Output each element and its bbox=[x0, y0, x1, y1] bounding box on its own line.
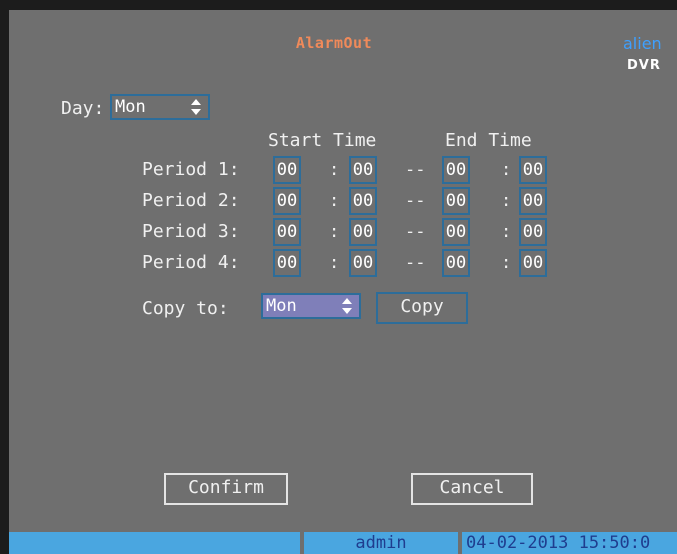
period-4-end-minute[interactable]: 00 bbox=[519, 249, 547, 277]
colon: : bbox=[501, 191, 512, 211]
copy-to-select-value: Mon bbox=[266, 296, 297, 316]
period-3-label: Period 3: bbox=[142, 221, 240, 242]
period-2-end-minute[interactable]: 00 bbox=[519, 187, 547, 215]
period-1-end-hour[interactable]: 00 bbox=[442, 156, 470, 184]
logo-text: alien bbox=[623, 34, 662, 53]
status-user: admin bbox=[355, 533, 407, 553]
status-user-cell: admin bbox=[304, 532, 458, 554]
status-bar: admin 04-02-2013 15:50:0 bbox=[9, 532, 677, 554]
dash: -- bbox=[405, 253, 426, 273]
status-datetime-cell: 04-02-2013 15:50:0 bbox=[462, 532, 677, 554]
alarmout-dialog: AlarmOut alien DVR Day: Mon Start Time E… bbox=[9, 10, 677, 554]
dash: -- bbox=[405, 191, 426, 211]
period-2-start-hour[interactable]: 00 bbox=[273, 187, 301, 215]
colon: : bbox=[329, 253, 340, 273]
day-select[interactable]: Mon bbox=[110, 94, 210, 120]
period-4-start-minute[interactable]: 00 bbox=[349, 249, 377, 277]
colon: : bbox=[501, 160, 512, 180]
period-4-label: Period 4: bbox=[142, 252, 240, 273]
day-select-value: Mon bbox=[115, 97, 146, 117]
colon: : bbox=[501, 222, 512, 242]
status-bar-blank bbox=[9, 532, 300, 554]
period-3-end-minute[interactable]: 00 bbox=[519, 218, 547, 246]
period-1-start-minute[interactable]: 00 bbox=[349, 156, 377, 184]
copy-to-label: Copy to: bbox=[142, 298, 229, 319]
period-3-start-minute[interactable]: 00 bbox=[349, 218, 377, 246]
period-4-end-hour[interactable]: 00 bbox=[442, 249, 470, 277]
dash: -- bbox=[405, 222, 426, 242]
colon: : bbox=[329, 160, 340, 180]
dash: -- bbox=[405, 160, 426, 180]
colon: : bbox=[329, 222, 340, 242]
end-time-header: End Time bbox=[445, 130, 532, 151]
period-2-end-hour[interactable]: 00 bbox=[442, 187, 470, 215]
alien-dvr-logo: alien DVR bbox=[623, 34, 677, 74]
start-time-header: Start Time bbox=[268, 130, 377, 151]
period-3-start-hour[interactable]: 00 bbox=[273, 218, 301, 246]
period-1-end-minute[interactable]: 00 bbox=[519, 156, 547, 184]
updown-arrow-icon bbox=[191, 99, 201, 115]
status-datetime: 04-02-2013 15:50:0 bbox=[466, 533, 651, 553]
cancel-button[interactable]: Cancel bbox=[411, 473, 533, 505]
period-3-end-hour[interactable]: 00 bbox=[442, 218, 470, 246]
copy-to-select[interactable]: Mon bbox=[261, 293, 361, 319]
period-2-label: Period 2: bbox=[142, 190, 240, 211]
logo-mark: DVR bbox=[627, 58, 661, 73]
colon: : bbox=[501, 253, 512, 273]
updown-arrow-icon bbox=[342, 298, 352, 314]
period-2-start-minute[interactable]: 00 bbox=[349, 187, 377, 215]
confirm-button[interactable]: Confirm bbox=[164, 473, 288, 505]
colon: : bbox=[329, 191, 340, 211]
period-4-start-hour[interactable]: 00 bbox=[273, 249, 301, 277]
copy-button[interactable]: Copy bbox=[376, 292, 468, 324]
day-label: Day: bbox=[61, 98, 105, 119]
period-1-label: Period 1: bbox=[142, 159, 240, 180]
period-1-start-hour[interactable]: 00 bbox=[273, 156, 301, 184]
page-title: AlarmOut bbox=[295, 34, 373, 52]
